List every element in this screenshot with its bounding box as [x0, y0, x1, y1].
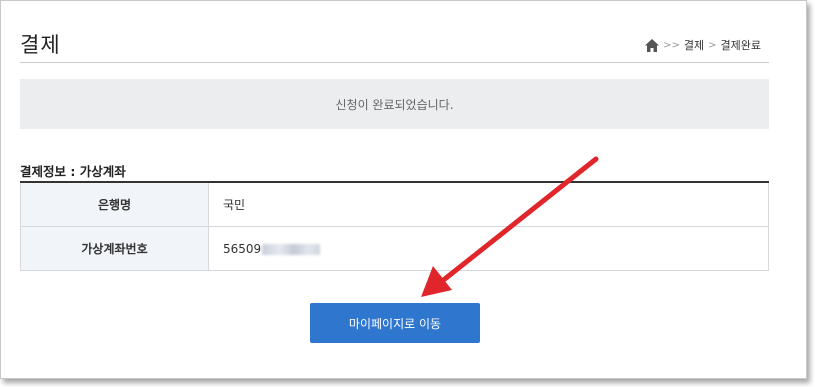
- page-title: 결제: [20, 33, 61, 57]
- account-number-value: 56509: [223, 241, 262, 256]
- table-row: 가상계좌번호 56509: [20, 226, 769, 271]
- breadcrumb: >> 결제 > 결제완료: [645, 37, 761, 53]
- completion-notice: 신청이 완료되었습니다.: [20, 79, 769, 129]
- bank-name-label: 은행명: [20, 181, 209, 227]
- breadcrumb-item-payment[interactable]: 결제: [684, 37, 704, 53]
- account-number-label: 가상계좌번호: [20, 226, 209, 271]
- home-icon[interactable]: [645, 38, 660, 52]
- content-frame: 결제 >> 결제 > 결제완료 신청이 완료되었습니다. 결제정보 : 가상계좌…: [0, 0, 807, 379]
- breadcrumb-separator: >>: [663, 39, 680, 51]
- header-divider: [20, 62, 769, 63]
- blurred-redaction: [262, 243, 321, 255]
- account-number-cell: 56509: [208, 226, 769, 271]
- table-row: 은행명 국민: [20, 181, 769, 227]
- completion-notice-text: 신청이 완료되었습니다.: [335, 97, 454, 112]
- payment-info-title: 결제정보 : 가상계좌: [20, 164, 126, 179]
- breadcrumb-item-complete: 결제완료: [720, 39, 761, 52]
- breadcrumb-separator: >: [708, 39, 717, 51]
- bank-name-value: 국민: [208, 181, 769, 227]
- go-to-mypage-button[interactable]: 마이페이지로 이동: [310, 303, 480, 343]
- payment-info-table: 은행명 국민 가상계좌번호 56509: [20, 181, 769, 271]
